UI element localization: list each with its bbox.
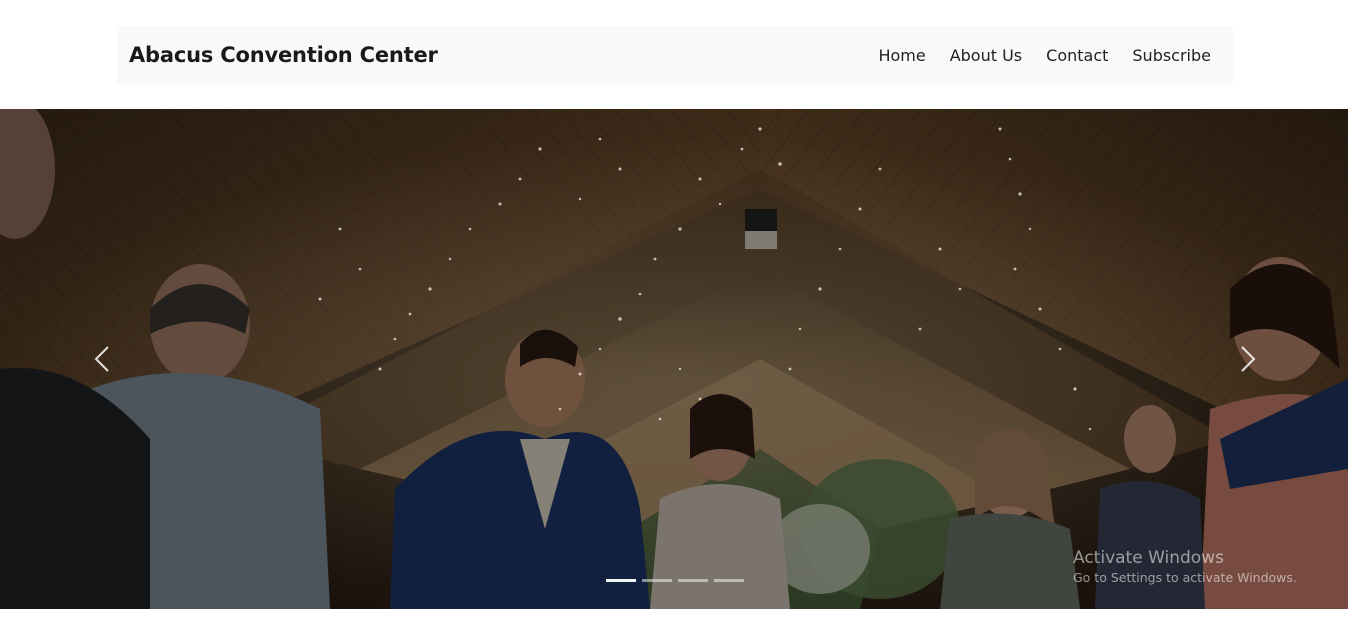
carousel-indicator-1[interactable] xyxy=(606,579,636,582)
nav-link-about-us[interactable]: About Us xyxy=(938,26,1034,85)
carousel-indicator-4[interactable] xyxy=(714,579,744,582)
chevron-right-icon xyxy=(1241,346,1256,372)
carousel-prev-button[interactable] xyxy=(82,329,122,389)
nav-link-subscribe[interactable]: Subscribe xyxy=(1120,26,1223,85)
activate-windows-watermark: Activate Windows Go to Settings to activ… xyxy=(1073,547,1297,587)
carousel-indicator-3[interactable] xyxy=(678,579,708,582)
carousel-indicators xyxy=(606,579,744,582)
navbar: Abacus Convention Center Home About Us C… xyxy=(117,26,1233,85)
carousel-next-button[interactable] xyxy=(1228,329,1268,389)
chevron-left-icon xyxy=(94,346,109,372)
hero-carousel xyxy=(0,109,1348,609)
hero-slide-image xyxy=(0,109,1348,609)
nav-link-contact[interactable]: Contact xyxy=(1034,26,1120,85)
watermark-subtitle: Go to Settings to activate Windows. xyxy=(1073,570,1297,585)
nav-link-home[interactable]: Home xyxy=(866,26,937,85)
brand-logo[interactable]: Abacus Convention Center xyxy=(129,26,438,85)
nav-links: Home About Us Contact Subscribe xyxy=(866,26,1223,85)
watermark-title: Activate Windows xyxy=(1073,548,1224,568)
carousel-indicator-2[interactable] xyxy=(642,579,672,582)
